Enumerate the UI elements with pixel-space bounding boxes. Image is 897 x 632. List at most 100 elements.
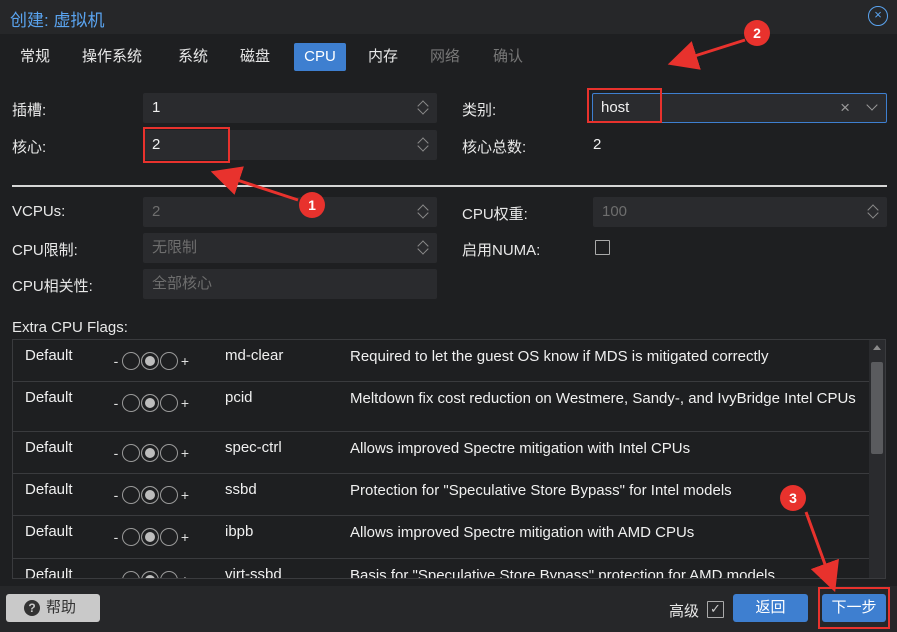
tab-disks[interactable]: 磁盘 <box>234 43 276 71</box>
scrollbar-thumb[interactable] <box>871 362 883 454</box>
sockets-value: 1 <box>152 99 161 116</box>
tab-general[interactable]: 常规 <box>14 43 56 71</box>
vcpus-input: 2 <box>143 197 437 227</box>
plus-icon: + <box>179 572 191 578</box>
tab-confirm: 确认 <box>493 48 524 65</box>
table-row: Default - + ibpb Allows improved Spectre… <box>13 516 869 559</box>
cpu-limit-input[interactable]: 无限制 <box>143 233 437 263</box>
toggle-off-radio[interactable] <box>122 394 140 412</box>
vcpus-value: 2 <box>152 203 161 220</box>
table-row: Default - + pcid Meltdown fix cost reduc… <box>13 382 869 432</box>
help-button[interactable]: ? 帮助 <box>6 594 100 622</box>
flag-toggle[interactable]: - + <box>110 486 191 504</box>
flag-state: Default <box>25 347 73 364</box>
toggle-default-radio[interactable] <box>141 486 159 504</box>
flag-description: Allows improved Spectre mitigation with … <box>350 440 691 457</box>
toggle-off-radio[interactable] <box>122 571 140 578</box>
toggle-off-radio[interactable] <box>122 528 140 546</box>
section-divider <box>12 185 887 187</box>
advanced-checkbox[interactable]: ✓ <box>707 601 724 618</box>
cpu-weight-label: CPU权重: <box>462 206 528 223</box>
annotation-box-type <box>587 88 662 123</box>
table-scrollbar[interactable] <box>869 340 885 578</box>
flag-toggle[interactable]: - + <box>110 571 191 578</box>
cpu-weight-value: 100 <box>602 203 628 220</box>
tab-memory[interactable]: 内存 <box>362 43 404 71</box>
spinner-icon[interactable] <box>868 202 880 222</box>
flag-name: ibpb <box>225 523 254 540</box>
flag-name: spec-ctrl <box>225 439 282 456</box>
type-label: 类别: <box>462 102 497 119</box>
affinity-input[interactable]: 全部核心 <box>143 269 437 299</box>
clear-icon[interactable]: × <box>840 94 850 122</box>
table-row: Default - + spec-ctrl Allows improved Sp… <box>13 432 869 474</box>
toggle-default-radio[interactable] <box>141 571 159 578</box>
plus-icon: + <box>180 445 190 461</box>
toggle-on-radio[interactable] <box>160 352 178 370</box>
sockets-input[interactable]: 1 <box>143 93 437 123</box>
table-row: Default - + ssbd Protection for "Specula… <box>13 474 869 516</box>
toggle-default-radio[interactable] <box>141 394 159 412</box>
flag-toggle[interactable]: - + <box>110 352 191 370</box>
tab-system[interactable]: 系统 <box>172 43 214 71</box>
spinner-icon[interactable] <box>418 135 430 155</box>
affinity-value: 全部核心 <box>152 275 213 292</box>
chevron-down-icon[interactable] <box>866 99 878 111</box>
minus-icon: - <box>113 487 119 503</box>
cpu-weight-input[interactable]: 100 <box>593 197 887 227</box>
table-row: Default - + md-clear Required to let the… <box>13 340 869 382</box>
flag-state: Default <box>25 481 73 498</box>
toggle-on-radio[interactable] <box>160 528 178 546</box>
back-button[interactable]: 返回 <box>733 594 808 622</box>
annotation-box-next <box>818 587 890 629</box>
flag-state: Default <box>25 439 73 456</box>
flag-name: md-clear <box>225 347 284 364</box>
affinity-label: CPU相关性: <box>12 278 93 295</box>
annotation-box-cores <box>143 127 230 163</box>
dialog-footer: ? 帮助 高级 ✓ 返回 下一步 <box>0 586 897 632</box>
toggle-default-radio[interactable] <box>141 352 159 370</box>
flag-state: Default <box>25 523 73 540</box>
spinner-icon[interactable] <box>418 238 430 258</box>
toggle-on-radio[interactable] <box>160 486 178 504</box>
plus-icon: + <box>180 529 190 545</box>
flag-name: virt-ssbd <box>225 566 282 579</box>
toggle-off-radio[interactable] <box>122 352 140 370</box>
total-cores-value: 2 <box>593 136 602 153</box>
cores-label: 核心: <box>12 139 47 156</box>
numa-checkbox[interactable] <box>595 240 610 255</box>
toggle-default-radio[interactable] <box>141 528 159 546</box>
tab-network: 网络 <box>430 48 461 65</box>
table-row: Default - + virt-ssbd Basis for "Specula… <box>13 559 869 579</box>
flag-toggle[interactable]: - + <box>110 394 191 412</box>
toggle-on-radio[interactable] <box>160 571 178 578</box>
toggle-on-radio[interactable] <box>160 444 178 462</box>
flag-state: Default <box>25 566 73 579</box>
spinner-icon <box>418 202 430 222</box>
close-icon[interactable]: × <box>868 6 888 26</box>
flag-state: Default <box>25 389 73 406</box>
scroll-up-icon[interactable] <box>873 345 881 350</box>
flag-toggle[interactable]: - + <box>110 528 191 546</box>
flag-toggle[interactable]: - + <box>110 444 191 462</box>
toggle-on-radio[interactable] <box>160 394 178 412</box>
help-label: 帮助 <box>46 599 77 616</box>
tab-cpu[interactable]: CPU <box>294 43 346 71</box>
plus-icon: + <box>180 353 190 369</box>
flag-description: Basis for "Speculative Store Bypass" pro… <box>350 567 776 579</box>
toggle-off-radio[interactable] <box>122 444 140 462</box>
annotation-badge-1: 1 <box>299 192 325 218</box>
flag-name: pcid <box>225 389 253 406</box>
spinner-icon[interactable] <box>418 98 430 118</box>
tab-bar: 常规 操作系统 系统 磁盘 CPU 内存 网络 确认 <box>0 40 897 76</box>
toggle-default-radio[interactable] <box>141 444 159 462</box>
toggle-off-radio[interactable] <box>122 486 140 504</box>
advanced-label: 高级 <box>669 603 700 620</box>
flag-description: Allows improved Spectre mitigation with … <box>350 524 695 541</box>
sockets-label: 插槽: <box>12 102 47 119</box>
minus-icon: - <box>113 445 119 461</box>
flag-name: ssbd <box>225 481 257 498</box>
tab-os[interactable]: 操作系统 <box>76 43 148 71</box>
window-title: 创建: 虚拟机 <box>10 11 105 30</box>
plus-icon: + <box>180 487 190 503</box>
